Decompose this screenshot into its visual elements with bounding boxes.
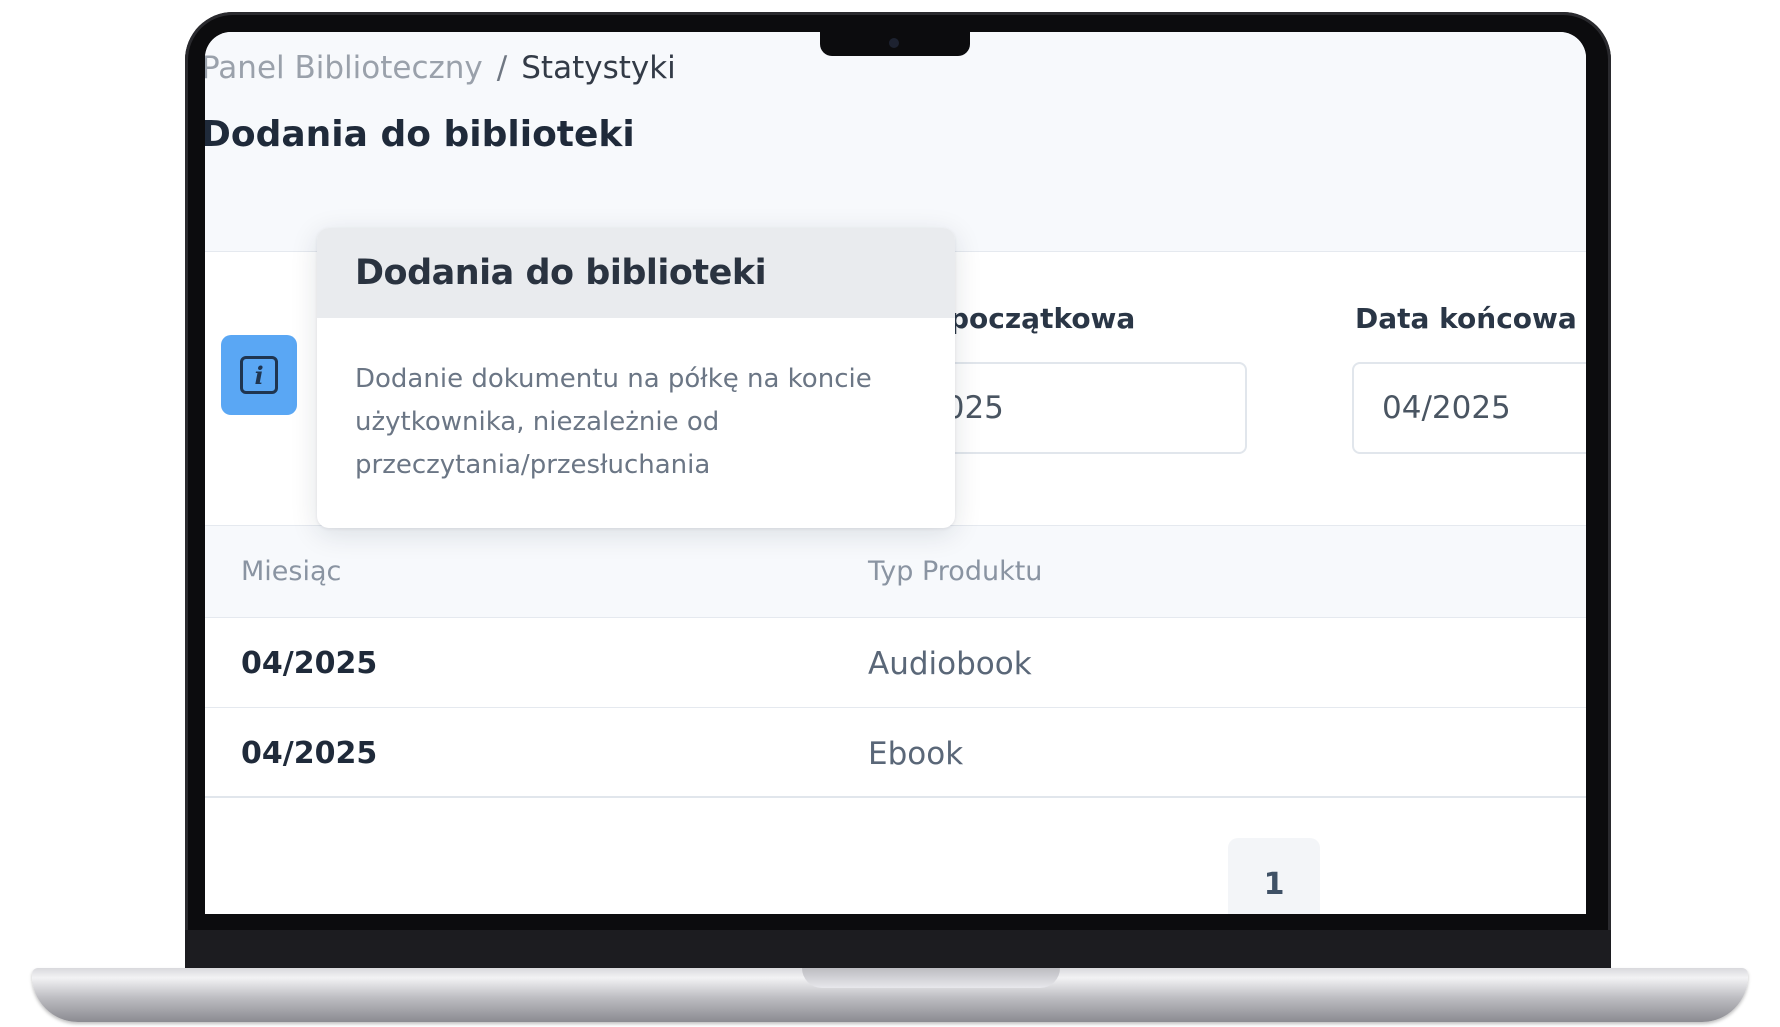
laptop-hinge-notch (802, 968, 1060, 988)
end-date-input[interactable]: 04/2025 (1352, 362, 1586, 454)
column-header-month[interactable]: Miesiąc (241, 556, 341, 587)
breadcrumb-root-link[interactable]: Panel Biblioteczny (205, 50, 483, 86)
breadcrumb-current: Statystyki (521, 50, 676, 86)
screen-notch (820, 30, 970, 56)
pagination-page-button[interactable]: 1 (1228, 838, 1320, 914)
page-title: Dodania do biblioteki (205, 114, 635, 155)
end-date-label: Data końcowa (1355, 302, 1577, 335)
table-row: 04/2025 Audiobook (205, 618, 1586, 708)
cell-product-type: Audiobook (868, 646, 1032, 682)
cell-month: 04/2025 (241, 736, 378, 771)
info-icon: i (240, 356, 278, 394)
laptop-bottom-bezel (185, 930, 1611, 970)
breadcrumb: Panel Biblioteczny / Statystyki (205, 50, 676, 86)
app-screen: Panel Biblioteczny / Statystyki Dodania do… (205, 32, 1586, 914)
cell-month: 04/2025 (241, 646, 378, 681)
page-header: Panel Biblioteczny / Statystyki Dodania do… (205, 32, 1586, 252)
table-row: 04/2025 Ebook (205, 708, 1586, 798)
column-header-product-type[interactable]: Typ Produktu (868, 556, 1042, 587)
breadcrumb-separator: / (496, 50, 508, 86)
info-tooltip: Dodania do biblioteki Dodanie dokumentu … (317, 228, 955, 528)
tooltip-title: Dodania do biblioteki (317, 228, 955, 318)
camera-icon (889, 38, 899, 48)
tooltip-body: Dodanie dokumentu na półkę na koncie uży… (355, 364, 872, 480)
cell-product-type: Ebook (868, 736, 964, 772)
info-button[interactable]: i (221, 335, 297, 415)
start-date-label: początkowa (949, 302, 1136, 335)
laptop-base (32, 968, 1748, 1022)
table-header: Miesiąc Typ Produktu (205, 526, 1586, 618)
